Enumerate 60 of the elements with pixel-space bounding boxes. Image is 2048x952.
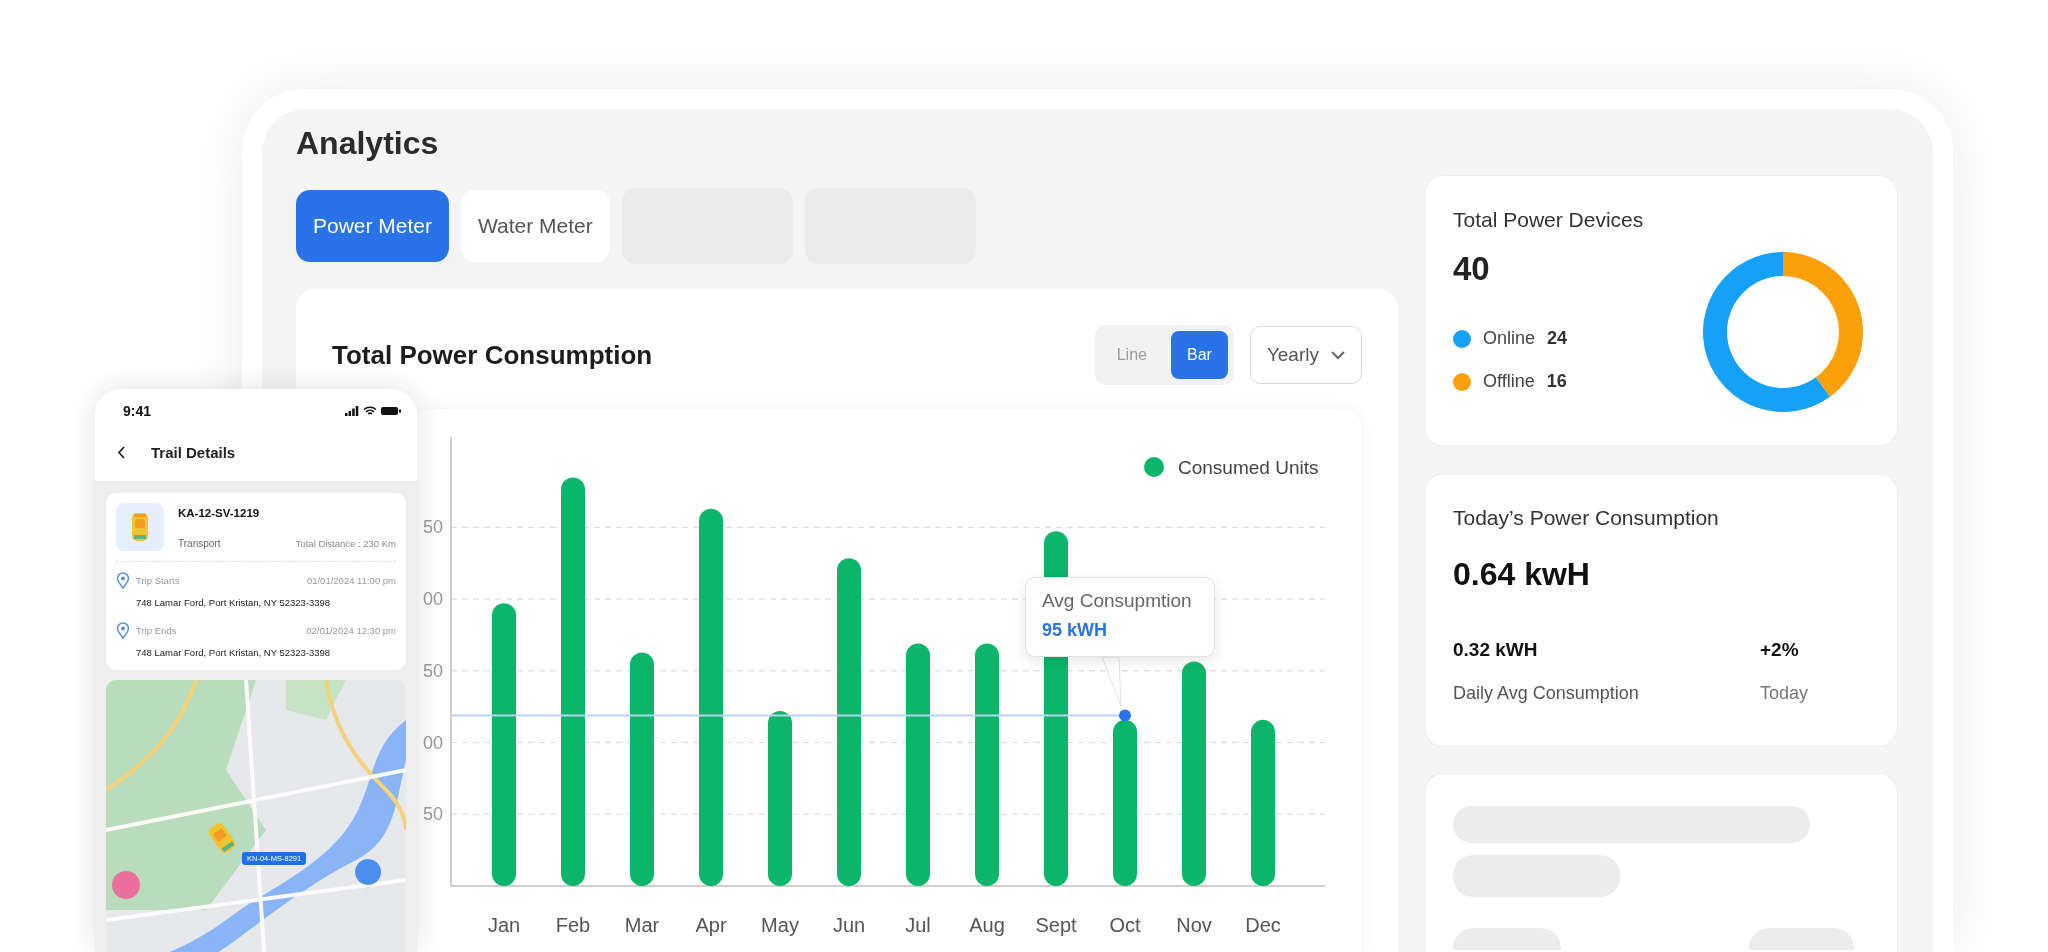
- view-toggle[interactable]: Bar: [1170, 331, 1228, 379]
- trip-distance: Total Distance : 230 Km: [295, 538, 396, 549]
- axis-label: 50: [422, 660, 443, 681]
- screen-title: Trail Details: [151, 443, 236, 461]
- period-dropdown[interactable]: Yearly: [1249, 326, 1362, 384]
- card-title: Today’s Power Consumption: [1453, 506, 1719, 530]
- location-pin-icon: [116, 572, 130, 589]
- vehicle-type: Transport: [178, 538, 221, 549]
- status-time: 9:41: [123, 403, 152, 419]
- month-label: Dec: [1245, 914, 1281, 936]
- device-total: 40: [1453, 250, 1490, 288]
- stat-label: Today: [1760, 683, 1809, 704]
- month-label: Feb: [555, 914, 591, 936]
- card-title: Total Power Devices: [1453, 208, 1644, 232]
- axis-label: 50: [422, 517, 443, 538]
- tab[interactable]: Power Meter: [296, 190, 450, 262]
- month-label: May: [761, 914, 799, 936]
- signal-icon: [345, 406, 359, 416]
- back-icon[interactable]: [117, 445, 125, 459]
- month-label: Mar: [624, 914, 660, 936]
- trip-address: 748 Lamar Ford, Port Kristan, NY 52323-3398: [136, 647, 331, 658]
- axis-label: 50: [422, 804, 443, 825]
- trip-address: 748 Lamar Ford, Port Kristan, NY 52323-3398: [136, 597, 331, 608]
- trip-time: 02/01/2024 12:30 pm: [306, 625, 396, 636]
- consumption-value: 0.64 kwH: [1453, 556, 1590, 593]
- stat-value: 0.32 kWH: [1453, 639, 1538, 661]
- chevron-down-icon: [1331, 350, 1345, 360]
- battery-icon: [381, 406, 401, 416]
- month-label: Sept: [1035, 914, 1077, 936]
- tab[interactable]: Water Meter: [461, 190, 610, 262]
- location-pin-icon: [116, 622, 130, 639]
- axis-label: 00: [422, 732, 443, 753]
- stat-value: +2%: [1760, 639, 1799, 661]
- device-count: 16: [1546, 371, 1567, 392]
- vehicle-plate: KA-12-SV-1219: [178, 507, 260, 519]
- month-label: Oct: [1109, 914, 1141, 936]
- stat-label: Daily Avg Consumption: [1453, 683, 1639, 704]
- legend-label: Consumed Units: [1178, 457, 1319, 478]
- view-toggle[interactable]: Line: [1100, 331, 1163, 379]
- tooltip-value: 95 kWH: [1042, 620, 1108, 642]
- legend-label: Online: [1483, 328, 1536, 349]
- tooltip-label: Avg Consupmtion: [1042, 590, 1192, 613]
- legend-dot: [1144, 457, 1164, 477]
- month-label: Apr: [695, 914, 727, 936]
- trip-label: Trip Ends: [136, 625, 178, 636]
- wifi-icon: [363, 406, 377, 416]
- page-title: Analytics: [296, 124, 439, 163]
- month-label: Jun: [832, 914, 866, 936]
- card-title: Total Power Consumption: [332, 339, 654, 371]
- car-icon: [116, 503, 164, 551]
- month-label: Nov: [1176, 914, 1212, 936]
- month-label: Jan: [487, 914, 521, 936]
- axis-label: 00: [422, 589, 443, 610]
- month-label: Jul: [905, 914, 931, 936]
- average-dot: [1119, 709, 1131, 722]
- trip-label: Trip Starts: [136, 575, 181, 586]
- legend-label: Offline: [1483, 371, 1535, 392]
- trip-time: 01/01/2024 11:00 pm: [306, 575, 396, 586]
- month-label: Aug: [969, 914, 1005, 936]
- device-count: 24: [1547, 328, 1568, 349]
